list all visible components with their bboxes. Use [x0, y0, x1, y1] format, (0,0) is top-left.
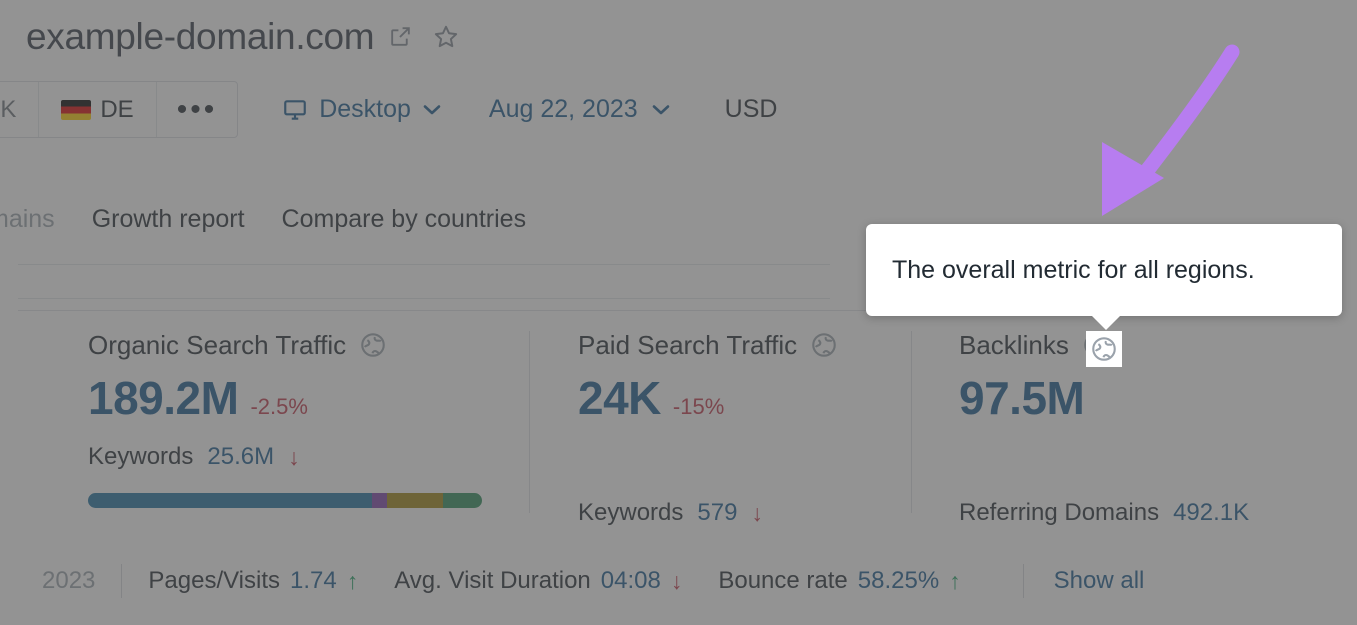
bottom-bar-year: 2023 [42, 567, 96, 594]
bar-segment-green [442, 493, 482, 508]
db-chip-de-label: DE [100, 95, 134, 123]
page-title: example-domain.com [26, 16, 375, 57]
metric-value: 58.25% [857, 567, 940, 594]
report-tabs: mains Growth report Compare by countries [0, 205, 528, 234]
app-root: example-domain.com UK [0, 0, 1357, 625]
more-databases-button[interactable]: ••• [157, 82, 238, 137]
device-selector-label: Desktop [319, 95, 411, 123]
metric-pages-per-visit: Pages/Visits 1.74 ↑ [148, 567, 358, 595]
metric-divider-2 [911, 331, 912, 513]
db-chip-uk[interactable]: UK [0, 82, 40, 137]
db-chip-de[interactable]: DE [39, 82, 157, 137]
device-selector[interactable]: Desktop [282, 95, 442, 124]
monitor-icon [282, 97, 308, 123]
metric-delta: -15% [672, 394, 725, 419]
tooltip-popover: The overall metric for all regions. [866, 224, 1342, 330]
metric-delta: -2.5% [250, 394, 308, 419]
globe-icon[interactable] [808, 329, 840, 361]
metric-title: Organic Search Traffic [88, 329, 347, 360]
metric-bounce-rate: Bounce rate 58.25% ↑ [718, 567, 960, 595]
bar-segment-organic [88, 493, 372, 508]
show-all-link[interactable]: Show all [1054, 567, 1145, 595]
metric-value-row: 24K -15% [578, 375, 840, 421]
metric-value-row: 97.5M [959, 375, 1263, 421]
trend-down-icon: ↓ [751, 499, 763, 526]
traffic-distribution-bar [88, 493, 482, 508]
metric-sub-label: Keywords [578, 499, 684, 526]
metric-value: 04:08 [600, 567, 661, 594]
tab-growth-report[interactable]: Growth report [90, 205, 247, 234]
domain-header: example-domain.com [26, 18, 460, 55]
metric-sub-row: Keywords 25.6M ↓ [88, 443, 482, 471]
globe-icon [1092, 337, 1116, 361]
date-selector-label: Aug 22, 2023 [488, 95, 638, 123]
tab-domains[interactable]: mains [0, 205, 57, 234]
metric-divider-1 [529, 331, 530, 513]
bottom-bar-separator [121, 564, 123, 598]
metric-value: 189.2M [88, 372, 239, 424]
metrics-panel: Organic Search Traffic 189.2M -2.5% Keyw… [18, 310, 1343, 543]
divider-rule-top [18, 264, 830, 265]
backlinks-globe-icon-highlight[interactable] [1086, 331, 1122, 367]
metric-title: Backlinks [959, 329, 1069, 360]
database-selector: UK DE ••• [0, 81, 239, 138]
trend-down-icon: ↓ [288, 443, 300, 470]
metric-sub-value[interactable]: 579 [697, 499, 737, 527]
metric-sub-value[interactable]: 492.1K [1173, 499, 1249, 527]
trend-up-icon: ↑ [949, 567, 961, 594]
metric-card-header: Paid Search Traffic [578, 329, 840, 361]
bar-segment-purple [371, 493, 388, 508]
metric-sub-value[interactable]: 25.6M [207, 443, 274, 471]
metric-title: Paid Search Traffic [578, 329, 798, 360]
de-flag-icon [61, 99, 92, 120]
tooltip-tail [1091, 315, 1121, 330]
metric-label: Avg. Visit Duration [394, 567, 591, 594]
currency-label[interactable]: USD [725, 95, 778, 124]
tab-compare-by-countries[interactable]: Compare by countries [280, 205, 529, 234]
metric-sub-row: Referring Domains 492.1K [959, 499, 1263, 527]
chevron-down-icon [422, 103, 442, 116]
db-chip-uk-label: UK [0, 95, 17, 123]
metric-sub-row: Keywords 579 ↓ [578, 499, 840, 527]
metric-value: 24K [578, 372, 661, 424]
secondary-metrics-bar: 2023 Pages/Visits 1.74 ↑ Avg. Visit Dura… [0, 552, 1357, 610]
metric-card-header: Organic Search Traffic [88, 329, 482, 361]
star-icon[interactable] [427, 23, 460, 51]
trend-down-icon: ↓ [670, 567, 683, 594]
metric-sub-label: Referring Domains [959, 499, 1160, 526]
date-selector[interactable]: Aug 22, 2023 [489, 95, 671, 124]
metric-value: 97.5M [959, 372, 1085, 424]
external-link-icon[interactable] [388, 24, 413, 49]
trend-up-icon: ↑ [346, 567, 359, 594]
metric-card-organic-search-traffic: Organic Search Traffic 189.2M -2.5% Keyw… [88, 329, 482, 508]
globe-icon[interactable] [357, 329, 389, 361]
metric-label: Bounce rate [718, 567, 848, 594]
tooltip-text: The overall metric for all regions. [892, 255, 1255, 284]
bottom-bar-separator [1022, 564, 1024, 598]
bar-segment-gold [387, 493, 443, 508]
metric-avg-visit-duration: Avg. Visit Duration 04:08 ↓ [394, 567, 682, 595]
chevron-down-icon [651, 103, 671, 116]
metric-card-paid-search-traffic: Paid Search Traffic 24K -15% Keywords 57… [578, 329, 840, 527]
metric-value: 1.74 [290, 567, 337, 594]
metric-value-row: 189.2M -2.5% [88, 375, 482, 421]
divider-rule-bottom [18, 298, 830, 299]
metric-sub-label: Keywords [88, 443, 194, 470]
overview-controls: UK DE ••• Desktop [0, 81, 778, 138]
metric-label: Pages/Visits [148, 567, 281, 594]
